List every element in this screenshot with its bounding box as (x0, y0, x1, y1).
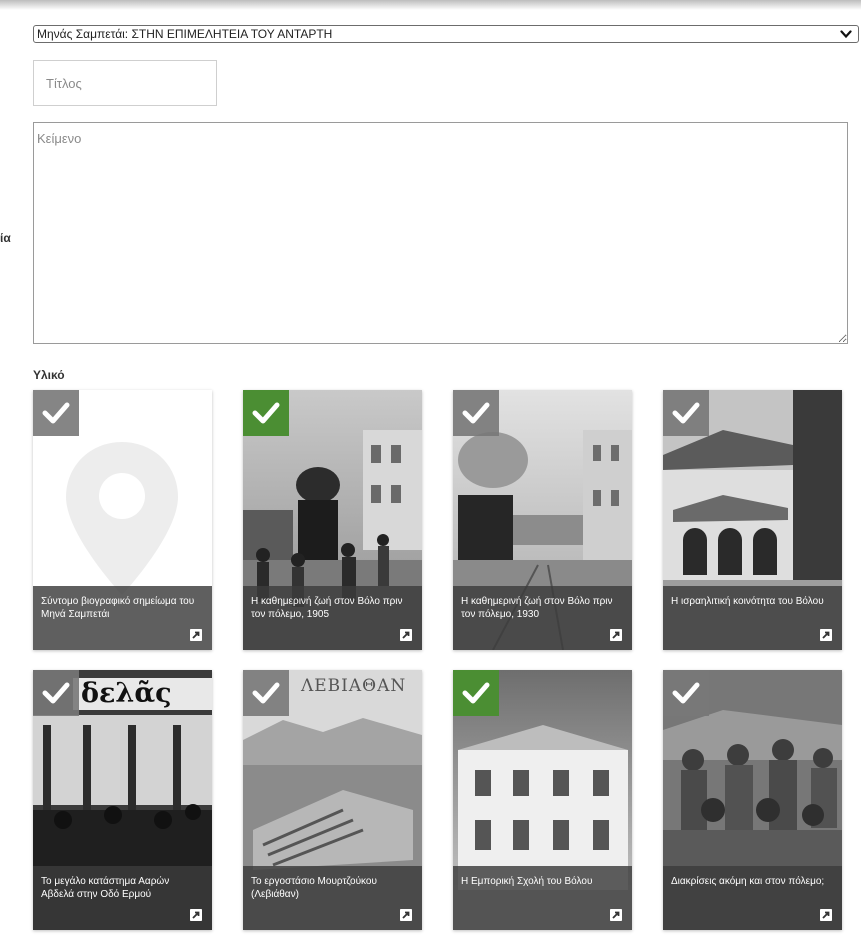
checkmark-icon (672, 402, 700, 424)
checkmark-icon (252, 402, 280, 424)
open-external-icon[interactable] (190, 629, 202, 641)
checkmark-icon (672, 682, 700, 704)
card-caption-text: Σύντομο βιογραφικό σημείωμα του Μηνά Σαμ… (41, 596, 195, 620)
selection-checkbox[interactable] (663, 390, 709, 436)
selection-checkbox[interactable] (453, 390, 499, 436)
card-caption: Σύντομο βιογραφικό σημείωμα του Μηνά Σαμ… (33, 586, 212, 650)
material-card[interactable]: Η καθημερινή ζωή στον Βόλο πριν τον πόλε… (243, 390, 422, 650)
selection-checkbox[interactable] (663, 670, 709, 716)
card-caption: Η ισραηλιτική κοινότητα του Βόλου (663, 586, 842, 650)
material-card[interactable]: Διακρίσεις ακόμη και στον πόλεμο; (663, 670, 842, 930)
card-caption-text: Το μεγάλο κατάστημα Ααρών Αβδελά στην Οδ… (41, 876, 170, 900)
store-sign-text: δελᾶς (81, 678, 172, 709)
card-caption-text: Η Εμπορική Σχολή του Βόλου (461, 876, 593, 887)
cut-off-field-label: ία (0, 231, 11, 245)
material-heading: Υλικό (33, 368, 65, 382)
card-caption-text: Η καθημερινή ζωή στον Βόλο πριν τον πόλε… (251, 596, 403, 620)
section-select[interactable]: Μηνάς Σαμπετάι: ΣΤΗΝ ΕΠΙΜΕΛΗΤΕΙΑ ΤΟΥ ΑΝΤ… (33, 25, 859, 43)
selection-checkbox[interactable] (453, 670, 499, 716)
card-caption: Η καθημερινή ζωή στον Βόλο πριν τον πόλε… (243, 586, 422, 650)
open-external-icon[interactable] (400, 629, 412, 641)
checkmark-icon (462, 402, 490, 424)
card-caption: Το μεγάλο κατάστημα Ααρών Αβδελά στην Οδ… (33, 866, 212, 930)
material-card[interactable]: δελᾶς Το μεγάλο κατάστημα Ααρών Αβδελά σ… (33, 670, 212, 930)
material-card[interactable]: Η Εμπορική Σχολή του Βόλου (453, 670, 632, 930)
selection-checkbox[interactable] (33, 670, 79, 716)
card-caption: Το εργοστάσιο Μουρτζούκου (Λεβιάθαν) (243, 866, 422, 930)
card-caption: Η καθημερινή ζωή στον Βόλο πριν τον πόλε… (453, 586, 632, 650)
open-external-icon[interactable] (610, 629, 622, 641)
card-caption: Η Εμπορική Σχολή του Βόλου (453, 866, 632, 930)
card-caption: Διακρίσεις ακόμη και στον πόλεμο; (663, 866, 842, 930)
checkmark-icon (462, 682, 490, 704)
card-caption-text: Η καθημερινή ζωή στον Βόλο πριν τον πόλε… (461, 596, 613, 620)
section-select-value: Μηνάς Σαμπετάι: ΣΤΗΝ ΕΠΙΜΕΛΗΤΕΙΑ ΤΟΥ ΑΝΤ… (37, 27, 333, 41)
factory-sign-text: ΛΕΒΙΑΘΑΝ (301, 676, 407, 696)
title-input[interactable] (33, 60, 217, 106)
material-card[interactable]: Η καθημερινή ζωή στον Βόλο πριν τον πόλε… (453, 390, 632, 650)
open-external-icon[interactable] (400, 909, 412, 921)
open-external-icon[interactable] (190, 909, 202, 921)
material-card[interactable]: Σύντομο βιογραφικό σημείωμα του Μηνά Σαμ… (33, 390, 212, 650)
open-external-icon[interactable] (820, 629, 832, 641)
open-external-icon[interactable] (610, 909, 622, 921)
body-textarea[interactable] (33, 122, 848, 344)
chevron-down-icon (840, 30, 852, 39)
card-caption-text: Η ισραηλιτική κοινότητα του Βόλου (671, 596, 824, 607)
window-top-edge (0, 0, 861, 10)
card-caption-text: Το εργοστάσιο Μουρτζούκου (Λεβιάθαν) (251, 876, 377, 900)
material-card[interactable]: Η ισραηλιτική κοινότητα του Βόλου (663, 390, 842, 650)
selection-checkbox[interactable] (243, 390, 289, 436)
open-external-icon[interactable] (820, 909, 832, 921)
selection-checkbox[interactable] (243, 670, 289, 716)
checkmark-icon (42, 402, 70, 424)
checkmark-icon (252, 682, 280, 704)
material-card[interactable]: ΛΕΒΙΑΘΑΝ Το εργοστάσιο Μουρτζούκου (Λεβι… (243, 670, 422, 930)
card-caption-text: Διακρίσεις ακόμη και στον πόλεμο; (671, 876, 825, 887)
checkmark-icon (42, 682, 70, 704)
selection-checkbox[interactable] (33, 390, 79, 436)
